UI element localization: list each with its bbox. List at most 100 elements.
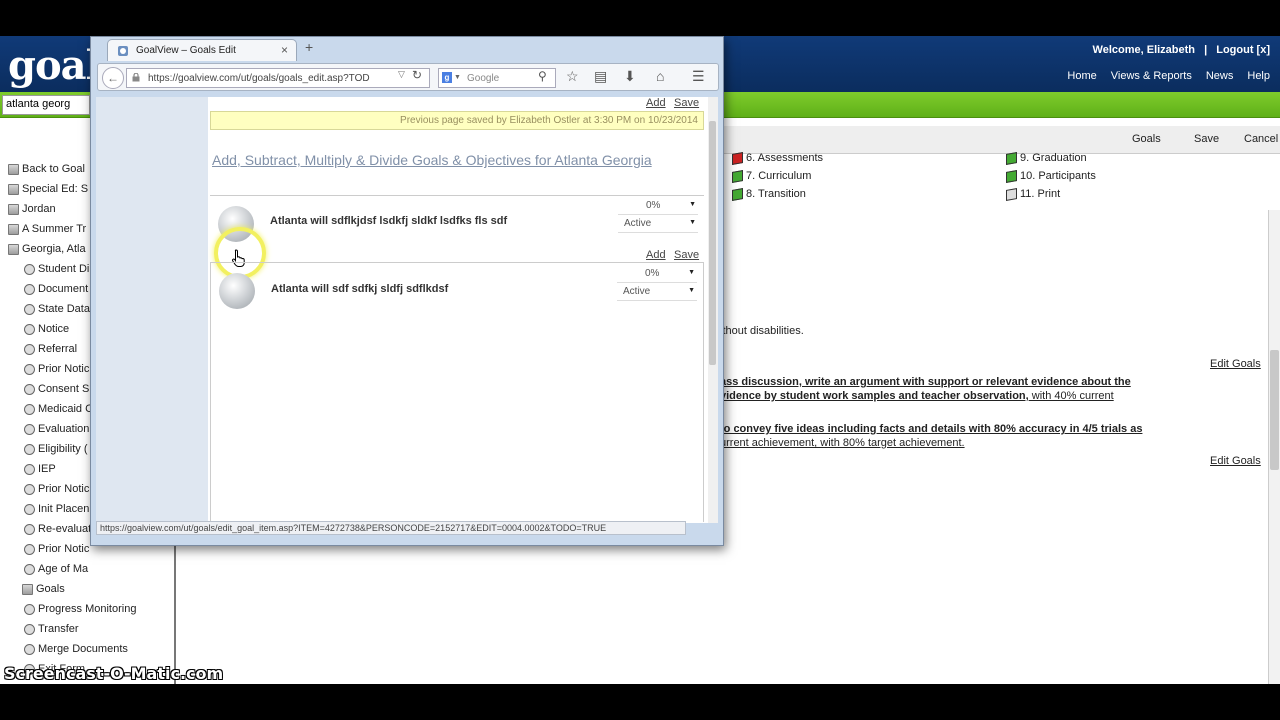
main-scroll-thumb[interactable] — [1270, 350, 1279, 470]
top-nav: Home Views & Reports News Help — [1067, 70, 1270, 82]
sidebar-item[interactable]: Prior Notic — [24, 360, 89, 378]
goal-status-select-1[interactable]: Active ▼ — [618, 218, 698, 233]
bookmark-star-icon[interactable]: ☆ — [566, 68, 579, 85]
goal-summary-1b-bold: vidence by student work samples and teac… — [720, 390, 1029, 402]
sidebar-item[interactable]: Georgia, Atla — [8, 240, 86, 258]
chevron-down-icon: ▼ — [688, 269, 695, 276]
sidebar-item[interactable]: Re-evaluat — [24, 520, 91, 538]
sidebar-item-label: Jordan — [22, 203, 56, 215]
reload-icon[interactable]: ↻ — [412, 68, 422, 82]
menu-hamburger-icon[interactable]: ☰ — [692, 68, 705, 85]
folder-icon — [8, 223, 19, 235]
home-icon[interactable]: ⌂ — [656, 68, 664, 84]
popup-browser-window: GoalView – Goals Edit × + ← https://goal… — [90, 36, 724, 546]
download-icon[interactable]: ⬇ — [624, 68, 636, 85]
status-item[interactable]: 10. Participants — [1006, 169, 1096, 183]
nav-home[interactable]: Home — [1067, 70, 1096, 82]
sidebar-item-label: Transfer — [38, 623, 79, 635]
goalview-logo[interactable]: goal — [8, 46, 101, 86]
popup-scroll-thumb[interactable] — [709, 121, 716, 365]
sidebar-item[interactable]: State Data — [24, 300, 90, 318]
nav-news[interactable]: News — [1206, 70, 1234, 82]
sidebar-item[interactable]: Document — [24, 280, 88, 298]
logout-link[interactable]: Logout [x] — [1216, 44, 1270, 56]
status-item[interactable]: 6. Assessments — [732, 151, 823, 165]
sidebar-item[interactable]: Consent S — [24, 380, 89, 398]
close-tab-icon[interactable]: × — [281, 43, 288, 57]
google-search-engine-icon[interactable]: g — [442, 72, 452, 83]
edit-goals-link-2[interactable]: Edit Goals — [1210, 455, 1261, 467]
document-circle-icon — [24, 283, 35, 295]
document-circle-icon — [24, 383, 35, 395]
status-item[interactable]: 11. Print — [1006, 187, 1060, 201]
save-button[interactable]: Save — [1194, 133, 1219, 145]
goal-percent-select-1[interactable]: 0% ▼ — [618, 200, 698, 215]
goal-status-select-2[interactable]: Active ▼ — [617, 286, 697, 301]
status-flag-icon — [1006, 151, 1017, 165]
sidebar-item[interactable]: Init Placen — [24, 500, 89, 518]
edit-goals-link[interactable]: Edit Goals — [1210, 358, 1261, 370]
cancel-button[interactable]: Cancel — [1244, 133, 1278, 145]
sidebar-item[interactable]: Prior Notic — [24, 480, 89, 498]
search-icon[interactable]: ⚲ — [538, 69, 547, 83]
sidebar-item[interactable]: Student Di — [24, 260, 89, 278]
add-link-goal[interactable]: Add — [646, 249, 666, 261]
sidebar-item[interactable]: A Summer Tr — [8, 220, 86, 238]
status-item[interactable]: 7. Curriculum — [732, 169, 811, 183]
sidebar-item-label: A Summer Tr — [22, 223, 87, 235]
sidebar-item[interactable]: Progress Monitoring — [24, 600, 136, 618]
sidebar-item[interactable]: IEP — [24, 460, 56, 478]
sidebar-item-label: Progress Monitoring — [38, 603, 137, 615]
goal-percent-select-2[interactable]: 0% ▼ — [617, 268, 697, 283]
goals-button[interactable]: Goals — [1132, 133, 1161, 145]
sidebar-item[interactable]: Notice — [24, 320, 69, 338]
document-circle-icon — [24, 603, 35, 615]
new-tab-icon[interactable]: + — [305, 39, 313, 55]
sidebar-item[interactable]: Back to Goal — [8, 160, 85, 178]
goal-item-1: Atlanta will sdflkjdsf lsdkfj sldkf lsdf… — [210, 195, 704, 247]
engine-dropdown-icon[interactable]: ▼ — [454, 74, 461, 81]
main-scrollbar[interactable] — [1268, 210, 1280, 684]
sidebar-item-label: Referral — [38, 343, 78, 355]
goal-text-2[interactable]: Atlanta will sdf sdfkj sldfj sdflkdsf — [271, 283, 448, 295]
url-dropdown-icon[interactable]: ▽ — [398, 69, 405, 80]
save-link-top[interactable]: Save — [674, 97, 699, 109]
sidebar-item[interactable]: Jordan — [8, 200, 56, 218]
sidebar-item[interactable]: Prior Notic — [24, 540, 89, 558]
goal-status-orb-icon[interactable] — [219, 273, 255, 309]
document-circle-icon — [24, 403, 35, 415]
url-bar[interactable]: https://goalview.com/ut/goals/goals_edit… — [126, 68, 430, 88]
folder-icon — [8, 203, 19, 215]
sidebar-item[interactable]: Evaluation — [24, 420, 89, 438]
add-link-top[interactable]: Add — [646, 97, 666, 109]
sidebar-item-label: IEP — [38, 463, 56, 475]
folder-icon — [8, 243, 19, 255]
sidebar-item[interactable]: Medicaid C — [24, 400, 93, 418]
sidebar-item-label: Georgia, Atla — [22, 243, 86, 255]
goal-form-box: Atlanta will sdf sdfkj sldfj sdflkdsf 0%… — [210, 262, 704, 522]
sidebar-item-label: Age of Ma — [38, 563, 89, 575]
screen: goal Welcome, Elizabeth | Logout [x] Hom… — [0, 36, 1280, 684]
sidebar-item[interactable]: Transfer — [24, 620, 79, 638]
sidebar-item-label: Student Di — [38, 263, 90, 275]
status-item[interactable]: 9. Graduation — [1006, 151, 1087, 165]
sidebar-item[interactable]: Referral — [24, 340, 77, 358]
student-search-input[interactable]: atlanta georg — [2, 95, 90, 115]
sidebar-item[interactable]: Special Ed: S — [8, 180, 88, 198]
goal-summary-1c: with 40% current — [1028, 390, 1114, 402]
sidebar-item[interactable]: Merge Documents — [24, 640, 128, 658]
browser-tab[interactable]: GoalView – Goals Edit × — [107, 39, 297, 61]
status-grid: 6. Assessments 7. Curriculum 8. Transition… — [732, 151, 1132, 212]
sidebar-item[interactable]: Goals — [22, 580, 65, 598]
clipboard-icon[interactable]: ▤ — [594, 68, 607, 85]
sidebar-item[interactable]: Eligibility ( — [24, 440, 88, 458]
back-arrow-icon[interactable]: ← — [102, 67, 124, 89]
status-item[interactable]: 8. Transition — [732, 187, 806, 201]
sidebar-item[interactable]: Age of Ma — [24, 560, 88, 578]
goal-text-1[interactable]: Atlanta will sdflkjdsf lsdkfj sldkf lsdf… — [270, 215, 507, 227]
save-link-goal[interactable]: Save — [674, 249, 699, 261]
document-circle-icon — [24, 263, 35, 275]
nav-views-reports[interactable]: Views & Reports — [1111, 70, 1192, 82]
popup-scrollbar[interactable] — [708, 97, 718, 523]
nav-help[interactable]: Help — [1247, 70, 1270, 82]
